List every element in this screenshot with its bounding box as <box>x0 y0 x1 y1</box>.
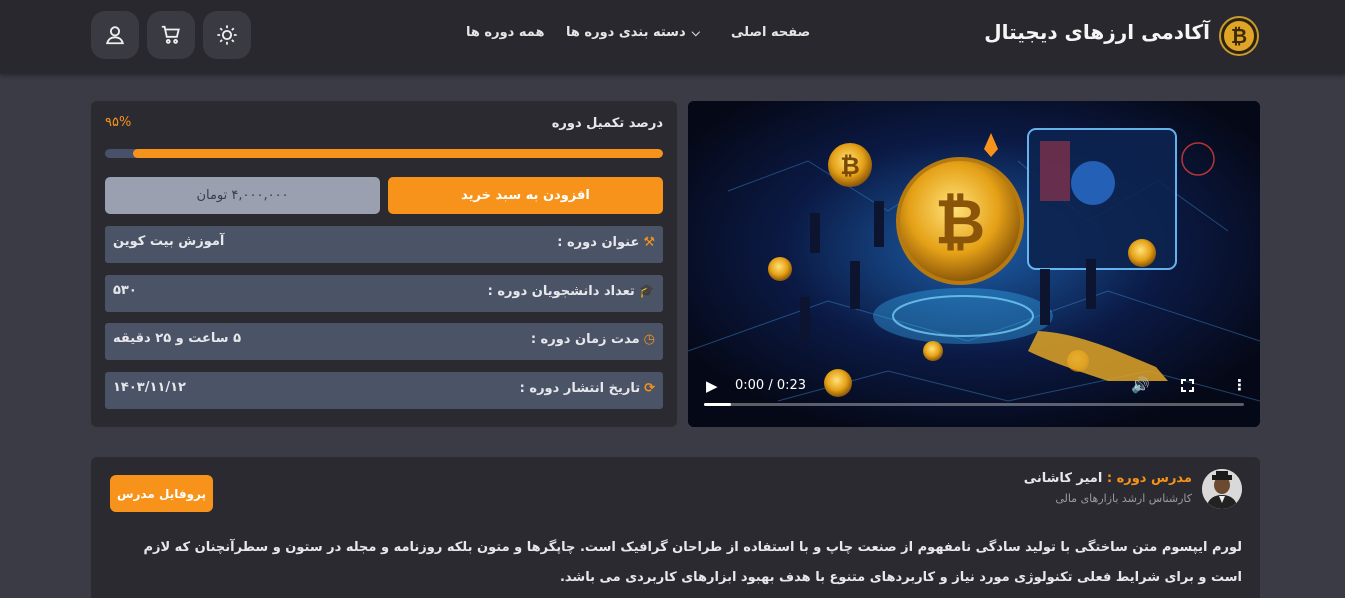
video-seek-fill <box>704 403 731 406</box>
progress-bar-fill <box>132 149 663 158</box>
publish-date-row: ⟳ تاریخ انتشار دوره : ۱۴۰۳/۱۱/۱۲ <box>105 372 663 409</box>
publish-date-value: ۱۴۰۳/۱۱/۱۲ <box>113 380 186 395</box>
teacher-profile-label: پروفایل مدرس <box>117 486 207 501</box>
add-to-cart-label: افزودن به سبد خرید <box>461 188 590 203</box>
header: همه دوره ها ⌵ دسته بندی دوره ها صفحه اصل… <box>0 0 1345 74</box>
students-count-row: 🎓 تعداد دانشجویان دوره : ۵۳۰ <box>105 275 663 312</box>
duration-label: مدت زمان دوره : <box>530 332 640 347</box>
svg-text:₿: ₿ <box>1231 24 1247 48</box>
teacher-role-label: مدرس دوره : <box>1106 471 1192 486</box>
nav-home[interactable]: صفحه اصلی <box>731 25 810 40</box>
bitcoin-logo-icon[interactable]: ₿ <box>1219 16 1259 56</box>
teacher-avatar <box>1202 469 1242 509</box>
svg-text:₿: ₿ <box>935 185 986 258</box>
fullscreen-icon[interactable] <box>1181 379 1194 392</box>
clock-icon: ◷ <box>643 332 655 347</box>
more-options-icon[interactable]: ⋮ <box>1232 376 1247 394</box>
user-button[interactable] <box>91 11 139 59</box>
students-count-value: ۵۳۰ <box>113 283 137 298</box>
duration-value: ۵ ساعت و ۲۵ دقیقه <box>113 331 242 346</box>
add-to-cart-button[interactable]: افزودن به سبد خرید <box>388 177 663 214</box>
sun-icon <box>217 25 237 45</box>
cart-icon <box>161 25 180 44</box>
nav-all-courses[interactable]: همه دوره ها <box>466 25 544 40</box>
teacher-card: مدرس دوره : امیر کاشانی کارشناس ارشد باز… <box>91 457 1260 598</box>
price-text: ۴,۰۰۰,۰۰۰ تومان <box>196 188 289 203</box>
play-icon[interactable]: ▶ <box>706 377 718 395</box>
volume-icon[interactable]: 🔊 <box>1131 376 1150 394</box>
user-icon <box>106 26 124 45</box>
publish-date-label: تاریخ انتشار دوره : <box>519 381 641 396</box>
refresh-icon: ⟳ <box>644 381 655 396</box>
course-title-row: ⚒ عنوان دوره : آموزش بیت کوین <box>105 226 663 263</box>
nav-categories[interactable]: ⌵ دسته بندی دوره ها <box>566 25 700 40</box>
brand-name[interactable]: آکادمی ارزهای دیجیتال <box>984 20 1210 44</box>
progress-percent: ۹۵% <box>105 115 132 130</box>
progress-label: درصد تکمیل دوره <box>551 116 663 131</box>
teacher-name: امیر کاشانی <box>1023 471 1103 486</box>
theme-toggle-button[interactable] <box>203 11 251 59</box>
hammer-icon: ⚒ <box>643 235 655 250</box>
chevron-down-icon: ⌵ <box>691 25 700 39</box>
course-title-value: آموزش بیت کوین <box>113 234 225 249</box>
course-title-label: عنوان دوره : <box>557 235 640 250</box>
svg-text:₿: ₿ <box>840 152 860 180</box>
price-box: ۴,۰۰۰,۰۰۰ تومان <box>105 177 380 214</box>
progress-bar <box>105 149 663 158</box>
students-count-label: تعداد دانشجویان دوره : <box>487 284 635 299</box>
course-info-card: درصد تکمیل دوره ۹۵% ۴,۰۰۰,۰۰۰ تومان افزو… <box>91 101 677 427</box>
video-controls: ▶ 0:00 / 0:23 🔊 ⋮ <box>688 367 1260 427</box>
duration-row: ◷ مدت زمان دوره : ۵ ساعت و ۲۵ دقیقه <box>105 323 663 360</box>
course-video-player[interactable]: ₿ ₿ ▶ 0:00 / 0:23 🔊 ⋮ <box>688 101 1260 427</box>
video-seek-bar[interactable] <box>704 403 1244 406</box>
nav-categories-label: دسته بندی دوره ها <box>566 25 686 40</box>
graduation-cap-icon: 🎓 <box>638 284 655 299</box>
cart-button[interactable] <box>147 11 195 59</box>
teacher-heading: مدرس دوره : امیر کاشانی <box>1024 471 1192 486</box>
teacher-profile-button[interactable]: پروفایل مدرس <box>110 475 213 512</box>
teacher-title: کارشناس ارشد بازارهای مالی <box>1055 492 1192 505</box>
teacher-description: لورم ایپسوم متن ساختگی با تولید سادگی نا… <box>143 540 1242 585</box>
video-time: 0:00 / 0:23 <box>735 378 807 393</box>
